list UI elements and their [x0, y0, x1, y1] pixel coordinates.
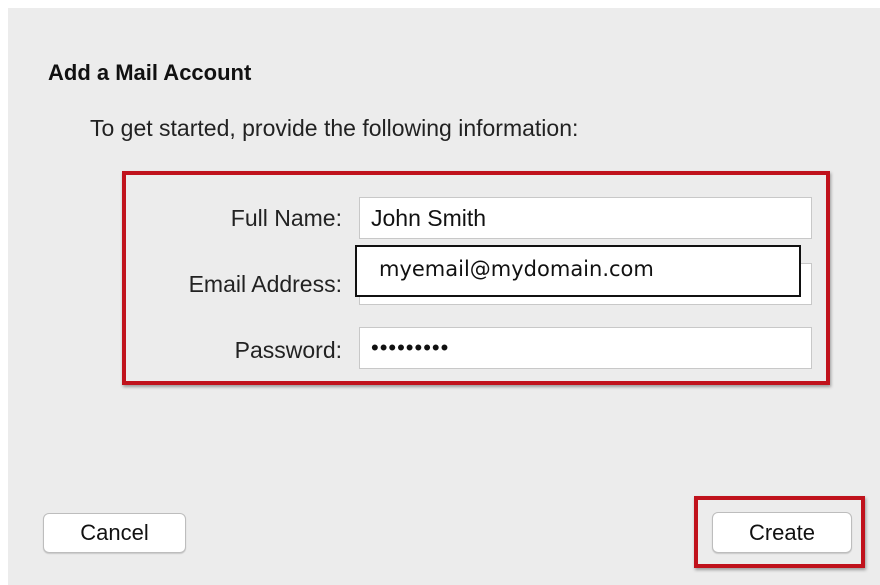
dialog-title: Add a Mail Account [48, 60, 252, 85]
full-name-field[interactable]: John Smith [359, 197, 812, 239]
cancel-button[interactable]: Cancel [43, 513, 186, 553]
password-field[interactable]: ••••••••• [359, 327, 812, 369]
email-address-value: myemail@mydomain.com [355, 245, 801, 297]
email-address-label: Email Address: [188, 271, 342, 297]
dialog-subtitle: To get started, provide the following in… [90, 115, 579, 141]
password-label: Password: [234, 337, 342, 363]
full-name-label: Full Name: [230, 205, 342, 231]
create-highlight-box [694, 496, 865, 568]
